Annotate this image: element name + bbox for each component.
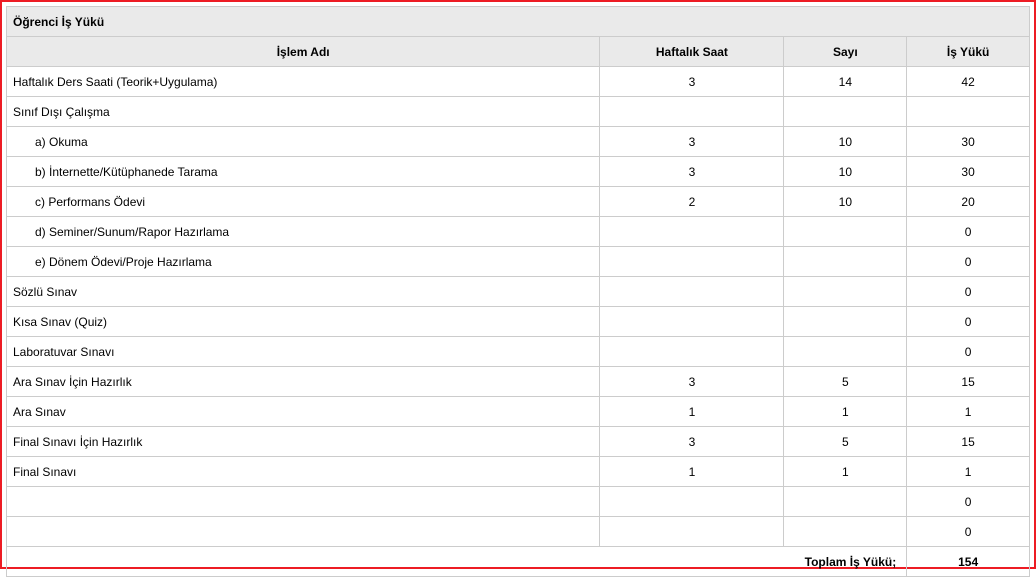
table-row: a) Okuma31030 bbox=[7, 127, 1030, 157]
cell-count: 1 bbox=[784, 457, 907, 487]
cell-name: b) İnternette/Kütüphanede Tarama bbox=[7, 157, 600, 187]
cell-hours bbox=[600, 97, 784, 127]
cell-hours bbox=[600, 487, 784, 517]
workload-frame: Öğrenci İş Yükü İşlem Adı Haftalık Saat … bbox=[0, 0, 1036, 569]
cell-load: 0 bbox=[907, 487, 1030, 517]
table-row: 0 bbox=[7, 487, 1030, 517]
cell-name: Kısa Sınav (Quiz) bbox=[7, 307, 600, 337]
cell-name: Sözlü Sınav bbox=[7, 277, 600, 307]
cell-hours bbox=[600, 307, 784, 337]
cell-name: d) Seminer/Sunum/Rapor Hazırlama bbox=[7, 217, 600, 247]
cell-load: 0 bbox=[907, 307, 1030, 337]
cell-name: Ara Sınav İçin Hazırlık bbox=[7, 367, 600, 397]
cell-count bbox=[784, 337, 907, 367]
cell-hours: 3 bbox=[600, 157, 784, 187]
total-label: Toplam İş Yükü; bbox=[7, 547, 907, 577]
table-row: b) İnternette/Kütüphanede Tarama31030 bbox=[7, 157, 1030, 187]
cell-load: 0 bbox=[907, 277, 1030, 307]
cell-count: 1 bbox=[784, 397, 907, 427]
cell-load: 1 bbox=[907, 457, 1030, 487]
cell-name: c) Performans Ödevi bbox=[7, 187, 600, 217]
cell-hours: 2 bbox=[600, 187, 784, 217]
cell-name bbox=[7, 517, 600, 547]
cell-count: 5 bbox=[784, 367, 907, 397]
cell-count: 14 bbox=[784, 67, 907, 97]
cell-load: 20 bbox=[907, 187, 1030, 217]
cell-load: 0 bbox=[907, 217, 1030, 247]
table-row: Laboratuvar Sınavı 0 bbox=[7, 337, 1030, 367]
table-row: Sözlü Sınav 0 bbox=[7, 277, 1030, 307]
cell-name: Final Sınavı İçin Hazırlık bbox=[7, 427, 600, 457]
cell-load: 42 bbox=[907, 67, 1030, 97]
cell-hours: 3 bbox=[600, 67, 784, 97]
cell-count bbox=[784, 247, 907, 277]
header-count: Sayı bbox=[784, 37, 907, 67]
header-row: İşlem Adı Haftalık Saat Sayı İş Yükü bbox=[7, 37, 1030, 67]
cell-count bbox=[784, 517, 907, 547]
cell-count bbox=[784, 277, 907, 307]
cell-name: e) Dönem Ödevi/Proje Hazırlama bbox=[7, 247, 600, 277]
workload-table: Öğrenci İş Yükü İşlem Adı Haftalık Saat … bbox=[6, 6, 1030, 577]
cell-load: 0 bbox=[907, 247, 1030, 277]
cell-load: 15 bbox=[907, 427, 1030, 457]
total-value: 154 bbox=[907, 547, 1030, 577]
cell-name: Haftalık Ders Saati (Teorik+Uygulama) bbox=[7, 67, 600, 97]
table-row: Final Sınavı111 bbox=[7, 457, 1030, 487]
cell-count: 10 bbox=[784, 187, 907, 217]
table-row: Ara Sınav İçin Hazırlık3515 bbox=[7, 367, 1030, 397]
cell-load bbox=[907, 97, 1030, 127]
cell-count bbox=[784, 307, 907, 337]
table-row: c) Performans Ödevi21020 bbox=[7, 187, 1030, 217]
cell-count: 10 bbox=[784, 157, 907, 187]
cell-hours bbox=[600, 217, 784, 247]
cell-hours bbox=[600, 337, 784, 367]
cell-count: 5 bbox=[784, 427, 907, 457]
table-row: e) Dönem Ödevi/Proje Hazırlama 0 bbox=[7, 247, 1030, 277]
cell-hours bbox=[600, 517, 784, 547]
table-row: d) Seminer/Sunum/Rapor Hazırlama 0 bbox=[7, 217, 1030, 247]
table-row: Final Sınavı İçin Hazırlık3515 bbox=[7, 427, 1030, 457]
title-row: Öğrenci İş Yükü bbox=[7, 7, 1030, 37]
cell-hours bbox=[600, 247, 784, 277]
cell-name: Ara Sınav bbox=[7, 397, 600, 427]
table-row: Ara Sınav111 bbox=[7, 397, 1030, 427]
header-name: İşlem Adı bbox=[7, 37, 600, 67]
cell-name: a) Okuma bbox=[7, 127, 600, 157]
cell-hours: 1 bbox=[600, 457, 784, 487]
total-row: Toplam İş Yükü;154 bbox=[7, 547, 1030, 577]
table-title: Öğrenci İş Yükü bbox=[7, 7, 1030, 37]
cell-hours: 1 bbox=[600, 397, 784, 427]
cell-hours: 3 bbox=[600, 367, 784, 397]
cell-count bbox=[784, 97, 907, 127]
table-row: Kısa Sınav (Quiz) 0 bbox=[7, 307, 1030, 337]
header-load: İş Yükü bbox=[907, 37, 1030, 67]
cell-load: 1 bbox=[907, 397, 1030, 427]
table-row: 0 bbox=[7, 517, 1030, 547]
cell-name bbox=[7, 487, 600, 517]
cell-load: 0 bbox=[907, 517, 1030, 547]
cell-name: Sınıf Dışı Çalışma bbox=[7, 97, 600, 127]
cell-count bbox=[784, 217, 907, 247]
cell-name: Laboratuvar Sınavı bbox=[7, 337, 600, 367]
table-row: Haftalık Ders Saati (Teorik+Uygulama)314… bbox=[7, 67, 1030, 97]
cell-load: 15 bbox=[907, 367, 1030, 397]
cell-count bbox=[784, 487, 907, 517]
cell-hours: 3 bbox=[600, 127, 784, 157]
cell-count: 10 bbox=[784, 127, 907, 157]
header-hours: Haftalık Saat bbox=[600, 37, 784, 67]
cell-hours: 3 bbox=[600, 427, 784, 457]
cell-load: 30 bbox=[907, 127, 1030, 157]
table-row: Sınıf Dışı Çalışma bbox=[7, 97, 1030, 127]
cell-load: 0 bbox=[907, 337, 1030, 367]
cell-load: 30 bbox=[907, 157, 1030, 187]
cell-name: Final Sınavı bbox=[7, 457, 600, 487]
cell-hours bbox=[600, 277, 784, 307]
